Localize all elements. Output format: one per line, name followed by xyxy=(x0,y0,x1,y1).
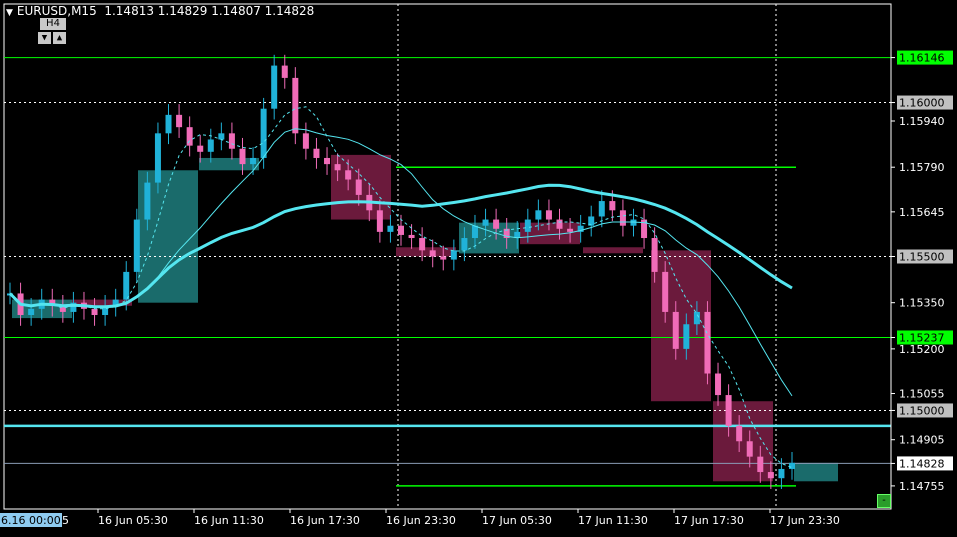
candle-body xyxy=(715,373,722,396)
time-tick-label: 17 Jun 05:30 xyxy=(482,514,552,527)
candle-body xyxy=(757,456,764,473)
candle-body xyxy=(493,219,500,229)
chart-canvas[interactable]: 1.16146 1.16000 1.15940 1.15790 1.15645 1.155… xyxy=(0,0,957,533)
candle-body xyxy=(197,145,204,152)
h4-candle-box xyxy=(583,247,643,254)
candle-body xyxy=(186,127,193,146)
timeframe-switcher: H4 ▼ ▲ xyxy=(38,18,68,46)
candle-body xyxy=(345,170,352,180)
candle-body xyxy=(704,311,711,374)
candle-body xyxy=(693,311,700,325)
candle-body xyxy=(123,271,130,300)
candle-body xyxy=(482,219,489,226)
candle-body xyxy=(598,201,605,217)
candle-body xyxy=(471,225,478,239)
candle-body xyxy=(567,228,574,232)
time-tick-label: 16 Jun 23:30 xyxy=(386,514,456,527)
candle-body xyxy=(239,148,246,165)
candle-body xyxy=(398,225,404,235)
time-tick-label: 17 Jun 17:30 xyxy=(674,514,744,527)
timeframe-down-icon[interactable]: ▼ xyxy=(38,32,51,44)
price-tick-label: 1.15350 xyxy=(899,297,945,310)
chart-area[interactable]: 1.16146 1.16000 1.15940 1.15790 1.15645 1.155… xyxy=(0,0,957,533)
candle-body xyxy=(789,462,795,469)
candle-body xyxy=(218,133,225,140)
candle-body xyxy=(133,219,140,272)
candle-body xyxy=(91,308,98,316)
time-tick-label: 6.16 00:00 xyxy=(1,514,61,527)
candle-body xyxy=(207,139,214,152)
h4-candle-box xyxy=(713,401,773,482)
time-tick-label: 16 Jun 05:30 xyxy=(98,514,168,527)
candle-body xyxy=(387,225,394,232)
price-tick-label: 1.16146 xyxy=(899,52,945,65)
candle-body xyxy=(461,238,468,251)
time-tick-label: 16 Jun 11:30 xyxy=(194,514,264,527)
price-tick-label: 1.15645 xyxy=(899,206,945,219)
ohlc-values: 1.14813 1.14829 1.14807 1.14828 xyxy=(104,4,315,18)
candle-body xyxy=(556,219,563,229)
time-tick-label: 5 xyxy=(62,514,69,527)
h4-candle-box xyxy=(199,157,259,171)
candle-body xyxy=(324,157,331,165)
candle-body xyxy=(651,238,658,272)
candle-body xyxy=(440,256,447,260)
candle-body xyxy=(662,271,669,312)
candle-body xyxy=(746,441,753,457)
candle-body xyxy=(313,148,320,158)
symbol-label: EURUSD,M15 xyxy=(16,4,97,18)
time-tick-label: 17 Jun 23:30 xyxy=(770,514,840,527)
candle-body xyxy=(524,219,531,232)
candle-body xyxy=(292,77,299,134)
candle-body xyxy=(408,234,415,239)
candle-body xyxy=(260,108,267,158)
candle-body xyxy=(683,324,690,349)
candle-body xyxy=(778,468,785,479)
candle-body xyxy=(250,157,257,165)
price-tick-label: 1.15055 xyxy=(899,388,945,401)
price-tick-label: 1.16000 xyxy=(899,97,945,110)
candle-body xyxy=(334,164,341,171)
candle-body xyxy=(281,65,288,78)
candle-body xyxy=(725,395,732,426)
candle-body xyxy=(535,210,542,220)
candle-body xyxy=(165,114,172,134)
candle-body xyxy=(630,219,637,226)
candle-body xyxy=(28,308,35,316)
time-tick-label: 17 Jun 11:30 xyxy=(578,514,648,527)
chart-header: ▼ EURUSD,M15 1.14813 1.14829 1.14807 1.14… xyxy=(6,4,314,18)
candle-body xyxy=(450,250,457,260)
time-tick-label: 16 Jun 17:30 xyxy=(290,514,360,527)
price-tick-label: 1.15200 xyxy=(899,343,945,356)
price-tick-label: 1.14828 xyxy=(899,457,945,470)
candle-body xyxy=(271,65,278,109)
candle-body xyxy=(144,182,151,220)
chart-menu-arrow-icon[interactable]: ▼ xyxy=(6,8,13,18)
minimize-button[interactable]: - xyxy=(877,494,891,508)
timeframe-button[interactable]: H4 xyxy=(40,18,66,30)
price-tick-label: 1.14905 xyxy=(899,434,945,447)
candle-body xyxy=(376,210,383,232)
candle-body xyxy=(228,133,235,149)
h4-candle-box xyxy=(794,462,838,482)
candle-body xyxy=(154,133,161,183)
candle-body xyxy=(429,250,436,257)
price-tick-label: 1.15500 xyxy=(899,251,945,264)
candle-body xyxy=(176,114,183,128)
price-tick-label: 1.15790 xyxy=(899,161,945,174)
candle-body xyxy=(736,425,743,442)
price-tick-label: 1.14755 xyxy=(899,480,945,493)
price-tick-label: 1.15000 xyxy=(899,404,945,417)
candle-body xyxy=(672,311,679,349)
price-tick-label: 1.15940 xyxy=(899,115,945,128)
timeframe-up-icon[interactable]: ▲ xyxy=(53,32,66,44)
h4-candle-box xyxy=(651,250,711,402)
candle-body xyxy=(302,133,309,149)
candle-body xyxy=(419,238,426,251)
candle-body xyxy=(355,179,362,195)
candle-body xyxy=(619,210,626,226)
candle-body xyxy=(609,201,616,211)
candle-body xyxy=(767,472,774,479)
candle-body xyxy=(545,210,552,220)
